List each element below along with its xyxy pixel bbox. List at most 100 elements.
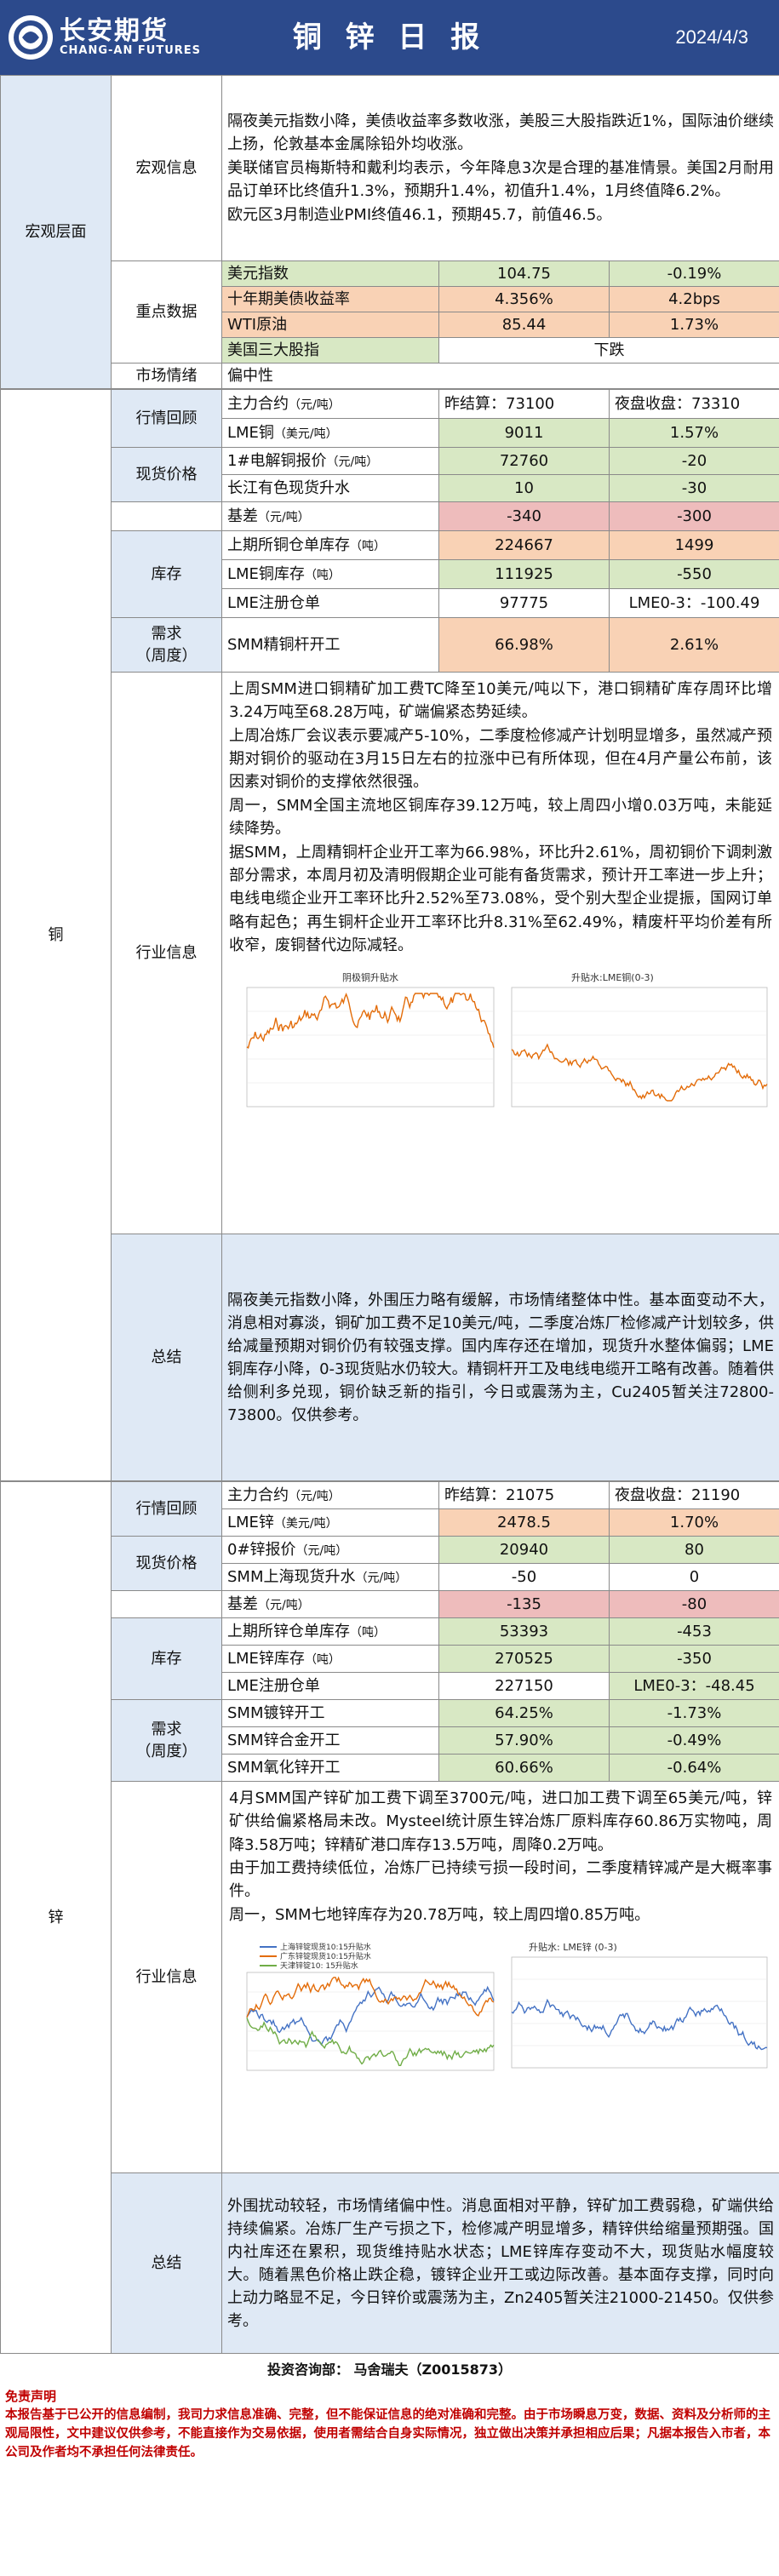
demand-label-line: （周度） bbox=[135, 646, 198, 665]
copper-chart-1-svg: 阴极铜升贴水 bbox=[246, 971, 495, 1108]
zinc-demand-name: SMM镀锌开工 bbox=[221, 1699, 439, 1727]
unit-label: （元/吨） bbox=[258, 510, 310, 524]
copper-prev-close: 昨结算：73100 bbox=[438, 389, 610, 419]
unit-label: （元/吨） bbox=[355, 1571, 408, 1585]
key-data-change: 下跌 bbox=[438, 337, 779, 364]
disclaimer-block: 免责声明 本报告基于已公开的信息编制，我司力求信息准确、完整，但不能保证信息的绝… bbox=[0, 2387, 779, 2462]
copper-lme-name: LME铜 bbox=[227, 423, 274, 442]
sentiment-label: 市场情绪 bbox=[111, 363, 222, 389]
copper-basis-change: -300 bbox=[609, 501, 779, 531]
legend-entry: 广东锌锭现货10:15升贴水 bbox=[280, 1951, 371, 1961]
zinc-stock2-value: 270525 bbox=[438, 1645, 610, 1673]
copper-stock2-name: LME铜库存 bbox=[227, 564, 305, 583]
zinc-demand-change: -1.73% bbox=[609, 1699, 779, 1727]
zinc-basis-name: 基差 bbox=[227, 1594, 258, 1613]
legend-entry: 天津锌锭10: 15升贴水 bbox=[280, 1961, 358, 1971]
copper-lme-spread-chart: 升贴水:LME铜(0-3) bbox=[503, 969, 776, 1152]
industry-line: 4月SMM国产锌矿加工费下调至3700元/吨，进口加工费下调至65美元/吨，锌矿… bbox=[229, 1789, 772, 1854]
macro-info-line: 美联储官员梅斯特和戴利均表示，今年降息3次是合理的基准情景。美国2月耐用品订单环… bbox=[227, 158, 775, 201]
zinc-spot1-value: 20940 bbox=[438, 1536, 610, 1564]
copper-industry-text: 上周SMM进口铜精矿加工费TC降至10美元/吨以下，港口铜精矿库存周环比增3.2… bbox=[222, 673, 779, 962]
zinc-demand-value: 64.25% bbox=[438, 1699, 610, 1727]
chart-plot-area bbox=[246, 987, 495, 1108]
zinc-summary-text: 外围扰动较轻，市场情绪偏中性。消息面相对平静，锌矿加工费弱稳，矿端供给持续偏紧。… bbox=[221, 2172, 779, 2354]
zinc-spot-premium-chart: 上海锌锭现货10:15升贴水 广东锌锭现货10:15升贴水 天津锌锭10: 15… bbox=[226, 1938, 498, 2100]
zinc-basis-change: -80 bbox=[609, 1590, 779, 1618]
daily-report-page: 长安期货 CHANG-AN FUTURES 铜 锌 日 报 2024/4/3 宏… bbox=[0, 0, 779, 2576]
chart-title: 升贴水: LME锌 (0-3) bbox=[529, 1941, 617, 1953]
zinc-stock2-change: -350 bbox=[609, 1645, 779, 1673]
copper-industry-label: 行业信息 bbox=[111, 672, 222, 1234]
copper-spot2-change: -30 bbox=[609, 474, 779, 502]
zinc-basis-value: -135 bbox=[438, 1590, 610, 1618]
chart-legend: 上海锌锭现货10:15升贴水 广东锌锭现货10:15升贴水 天津锌锭10: 15… bbox=[260, 1942, 371, 1971]
unit-label: （吨） bbox=[350, 539, 386, 553]
unit-label: （元/吨） bbox=[295, 1543, 348, 1558]
zinc-prev-close: 昨结算：21075 bbox=[438, 1481, 610, 1509]
zinc-lme-spread-chart: 升贴水: LME锌 (0-3) bbox=[503, 1938, 776, 2100]
copper-category: 铜 bbox=[0, 389, 112, 1481]
copper-demand-value: 66.98% bbox=[438, 617, 610, 673]
zinc-demand-label: 需求 （周度） bbox=[111, 1699, 222, 1782]
chart-plot-area bbox=[511, 987, 768, 1108]
unit-label: （元/吨） bbox=[289, 398, 341, 412]
unit-label: （美元/吨） bbox=[273, 426, 338, 441]
zinc-lme-change: 1.70% bbox=[609, 1508, 779, 1537]
zinc-summary-label: 总结 bbox=[111, 2172, 222, 2354]
copper-stock3-value: 97775 bbox=[438, 588, 610, 618]
copper-demand-name: SMM精铜杆开工 bbox=[221, 617, 439, 673]
key-data-value: 85.44 bbox=[438, 312, 610, 338]
key-data-change: 4.2bps bbox=[608, 286, 779, 312]
unit-label: （元/吨） bbox=[326, 455, 379, 469]
copper-stock1-change: 1499 bbox=[609, 530, 779, 560]
key-data-value: 4.356% bbox=[438, 286, 610, 312]
zinc-stock3-change: LME0-3：-48.45 bbox=[609, 1672, 779, 1700]
copper-stock1-name: 上期所铜仓单库存 bbox=[227, 535, 350, 554]
zinc-demand-change: -0.49% bbox=[609, 1726, 779, 1755]
zinc-category: 锌 bbox=[0, 1481, 112, 2354]
unit-label: （吨） bbox=[304, 1652, 341, 1667]
copper-summary-label: 总结 bbox=[111, 1234, 222, 1481]
zinc-industry-text: 4月SMM国产锌矿加工费下调至3700元/吨，进口加工费下调至65美元/吨，锌矿… bbox=[222, 1782, 779, 1932]
zinc-industry-cell: 4月SMM国产锌矿加工费下调至3700元/吨，进口加工费下调至65美元/吨，锌矿… bbox=[221, 1781, 779, 2173]
industry-line: 周一，SMM全国主流地区铜库存39.12万吨，较上周四小增0.03万吨，未能延续… bbox=[229, 796, 772, 839]
sentiment-value: 偏中性 bbox=[221, 363, 779, 389]
copper-stock3-name: LME注册仓单 bbox=[221, 588, 439, 618]
chart-plot-area bbox=[246, 1972, 495, 2071]
copper-spot-label: 现货价格 bbox=[111, 447, 222, 502]
zinc-lme-name: LME锌 bbox=[227, 1513, 274, 1531]
demand-label-line: 需求 bbox=[151, 1720, 182, 1738]
chart-title: 升贴水:LME铜(0-3) bbox=[571, 971, 654, 983]
key-data-change: 1.73% bbox=[608, 312, 779, 338]
zinc-chart-2-svg: 升贴水: LME锌 (0-3) bbox=[511, 1941, 768, 2069]
zinc-spot2-change: 0 bbox=[609, 1563, 779, 1591]
copper-spot2-name: 长江有色现货升水 bbox=[221, 474, 439, 502]
copper-summary-text: 隔夜美元指数小降，外围压力略有缓解，市场情绪整体中性。基本面变动不大，消息相对寡… bbox=[221, 1234, 779, 1481]
key-data-label: 重点数据 bbox=[111, 260, 222, 364]
legend-entry: 上海锌锭现货10:15升贴水 bbox=[280, 1942, 371, 1952]
copper-spot2-value: 10 bbox=[438, 474, 610, 502]
unit-label: （吨） bbox=[350, 1625, 386, 1640]
zinc-tianjin-premium-series-line bbox=[246, 2018, 495, 2067]
copper-premium-series-line bbox=[246, 993, 495, 1050]
copper-chart-2-svg: 升贴水:LME铜(0-3) bbox=[511, 971, 768, 1108]
chart-title: 阴极铜升贴水 bbox=[342, 971, 398, 983]
zinc-spot1-name: 0#锌报价 bbox=[227, 1540, 296, 1559]
copper-demand-change: 2.61% bbox=[609, 617, 779, 673]
key-data-name: 美元指数 bbox=[221, 260, 439, 287]
copper-lme-value: 9011 bbox=[438, 418, 610, 448]
macro-info-line: 隔夜美元指数小降，美债收益率多数收涨，美股三大股指跌近1%，国际油价继续上扬，伦… bbox=[227, 112, 775, 154]
copper-main-contract: 主力合约 bbox=[227, 394, 289, 413]
copper-spot1-name: 1#电解铜报价 bbox=[227, 451, 327, 470]
macro-table: 宏观层面 宏观信息 隔夜美元指数小降，美债收益率多数收涨，美股三大股指跌近1%，… bbox=[0, 75, 779, 389]
zinc-spot2-name: SMM上海现货升水 bbox=[227, 1567, 356, 1586]
zinc-lme-spread-series-line bbox=[511, 1998, 768, 2051]
zinc-stock-label: 库存 bbox=[111, 1617, 222, 1700]
unit-label: （元/吨） bbox=[258, 1598, 310, 1612]
macro-info-label: 宏观信息 bbox=[111, 75, 222, 261]
chart-plot-area bbox=[511, 1956, 768, 2069]
key-data-name: 美国三大股指 bbox=[221, 337, 439, 364]
zinc-lme-value: 2478.5 bbox=[438, 1508, 610, 1537]
copper-night-close: 夜盘收盘：73310 bbox=[609, 389, 779, 419]
zinc-stock1-value: 53393 bbox=[438, 1617, 610, 1646]
